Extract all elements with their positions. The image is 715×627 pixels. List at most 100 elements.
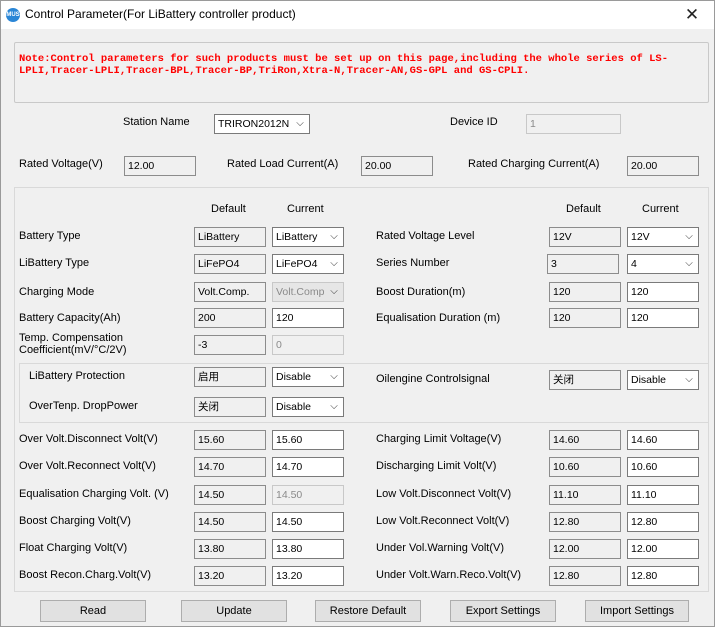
boost-duration-default[interactable]: 120 <box>549 282 621 302</box>
under-vol-warning-label: Under Vol.Warning Volt(V) <box>376 542 504 554</box>
rated-load-current-field[interactable]: 20.00 <box>361 156 433 176</box>
low-volt-reconnect-default[interactable]: 12.80 <box>549 512 621 532</box>
title-bar: MUS Control Parameter(For LiBattery cont… <box>1 1 714 29</box>
station-name-select[interactable]: TRIRON2012N ⌵ <box>214 114 310 134</box>
chevron-down-icon: ⌵ <box>328 368 340 386</box>
low-volt-reconnect-label: Low Volt.Reconnect Volt(V) <box>376 515 510 527</box>
rated-voltage-field[interactable]: 12.00 <box>124 156 196 176</box>
low-volt-disconnect-default[interactable]: 11.10 <box>549 485 621 505</box>
float-charging-volt-field[interactable]: 13.80 <box>272 539 344 559</box>
rated-voltage-level-default[interactable]: 12V <box>549 227 621 247</box>
charging-mode-select[interactable]: Volt.Comp ⌵ <box>272 282 344 302</box>
rated-charging-current-label: Rated Charging Current(A) <box>468 158 600 170</box>
under-vol-warning-field[interactable]: 12.00 <box>627 539 699 559</box>
libattery-protection-label: LiBattery Protection <box>29 370 125 382</box>
charging-mode-default[interactable]: Volt.Comp. <box>194 282 266 302</box>
libattery-type-default[interactable]: LiFePO4 <box>194 254 266 274</box>
battery-type-default[interactable]: LiBattery <box>194 227 266 247</box>
float-charging-volt-default[interactable]: 13.80 <box>194 539 266 559</box>
over-volt-reconnect-field[interactable]: 14.70 <box>272 457 344 477</box>
charging-limit-voltage-default[interactable]: 14.60 <box>549 430 621 450</box>
low-volt-disconnect-field[interactable]: 11.10 <box>627 485 699 505</box>
control-parameter-window: MUS Control Parameter(For LiBattery cont… <box>0 0 715 627</box>
note-group: Note:Control parameters for such product… <box>14 42 709 103</box>
equalisation-charging-volt-default[interactable]: 14.50 <box>194 485 266 505</box>
rated-charging-current-field[interactable]: 20.00 <box>627 156 699 176</box>
libattery-protection-default[interactable]: 启用 <box>194 367 266 387</box>
oilengine-current: Disable <box>631 374 667 386</box>
under-volt-warn-reco-label: Under Volt.Warn.Reco.Volt(V) <box>376 569 522 581</box>
overtemp-droppower-label: OverTenp. DropPower <box>29 400 138 412</box>
charging-limit-voltage-label: Charging Limit Voltage(V) <box>376 433 502 445</box>
discharging-limit-volt-field[interactable]: 10.60 <box>627 457 699 477</box>
chevron-down-icon: ⌵ <box>328 228 340 246</box>
rated-voltage-level-select[interactable]: 12V ⌵ <box>627 227 699 247</box>
equalisation-charging-volt-field[interactable]: 14.50 <box>272 485 344 505</box>
boost-charging-volt-label: Boost Charging Volt(V) <box>19 515 131 527</box>
window-title: Control Parameter(For LiBattery controll… <box>25 7 296 21</box>
update-button[interactable]: Update <box>181 600 287 622</box>
chevron-down-icon: ⌵ <box>294 115 306 133</box>
overtemp-droppower-select[interactable]: Disable ⌵ <box>272 397 344 417</box>
battery-type-select[interactable]: LiBattery ⌵ <box>272 227 344 247</box>
boost-duration-field[interactable]: 120 <box>627 282 699 302</box>
close-button[interactable]: ✕ <box>670 1 714 29</box>
equalisation-duration-default[interactable]: 120 <box>549 308 621 328</box>
rated-voltage-level-current: 12V <box>631 231 650 243</box>
read-button[interactable]: Read <box>40 600 146 622</box>
series-number-current: 4 <box>631 258 637 270</box>
over-volt-reconnect-label: Over Volt.Reconnect Volt(V) <box>19 460 156 472</box>
over-volt-disconnect-default[interactable]: 15.60 <box>194 430 266 450</box>
libattery-type-select[interactable]: LiFePO4 ⌵ <box>272 254 344 274</box>
export-settings-button[interactable]: Export Settings <box>450 600 556 622</box>
chevron-down-icon: ⌵ <box>683 371 695 389</box>
chevron-down-icon: ⌵ <box>683 255 695 273</box>
discharging-limit-volt-default[interactable]: 10.60 <box>549 457 621 477</box>
libattery-protection-select[interactable]: Disable ⌵ <box>272 367 344 387</box>
overtemp-droppower-default[interactable]: 关闭 <box>194 397 266 417</box>
libattery-protection-current: Disable <box>276 371 312 383</box>
device-id-field[interactable]: 1 <box>526 114 621 134</box>
left-current-header: Current <box>287 203 324 215</box>
charging-mode-current: Volt.Comp <box>276 286 325 298</box>
series-number-label: Series Number <box>376 257 450 269</box>
boost-recon-charg-volt-label: Boost Recon.Charg.Volt(V) <box>19 569 152 581</box>
series-number-default[interactable]: 3 <box>547 254 619 274</box>
temp-compensation-label-line2: Coefficient(mV/°C/2V) <box>19 344 127 356</box>
battery-type-label: Battery Type <box>19 230 81 242</box>
over-volt-reconnect-default[interactable]: 14.70 <box>194 457 266 477</box>
oilengine-default[interactable]: 关闭 <box>549 370 621 390</box>
oilengine-select[interactable]: Disable ⌵ <box>627 370 699 390</box>
low-volt-reconnect-field[interactable]: 12.80 <box>627 512 699 532</box>
boost-recon-charg-volt-default[interactable]: 13.20 <box>194 566 266 586</box>
low-volt-disconnect-label: Low Volt.Disconnect Volt(V) <box>376 488 512 500</box>
charging-limit-voltage-field[interactable]: 14.60 <box>627 430 699 450</box>
under-volt-warn-reco-field[interactable]: 12.80 <box>627 566 699 586</box>
series-number-select[interactable]: 4 ⌵ <box>627 254 699 274</box>
under-vol-warning-default[interactable]: 12.00 <box>549 539 621 559</box>
temp-compensation-field[interactable]: 0 <box>272 335 344 355</box>
rated-voltage-label: Rated Voltage(V) <box>19 158 103 170</box>
under-volt-warn-reco-default[interactable]: 12.80 <box>549 566 621 586</box>
note-text: Note:Control parameters for such product… <box>19 53 669 77</box>
rated-voltage-level-label: Rated Voltage Level <box>376 230 475 242</box>
temp-compensation-default[interactable]: -3 <box>194 335 266 355</box>
import-settings-button[interactable]: Import Settings <box>585 600 689 622</box>
battery-capacity-default[interactable]: 200 <box>194 308 266 328</box>
app-icon: MUS <box>6 8 20 22</box>
right-default-header: Default <box>566 203 601 215</box>
boost-charging-volt-default[interactable]: 14.50 <box>194 512 266 532</box>
equalisation-duration-field[interactable]: 120 <box>627 308 699 328</box>
left-default-header: Default <box>211 203 246 215</box>
battery-capacity-field[interactable]: 120 <box>272 308 344 328</box>
over-volt-disconnect-field[interactable]: 15.60 <box>272 430 344 450</box>
discharging-limit-volt-label: Discharging Limit Volt(V) <box>376 460 497 472</box>
float-charging-volt-label: Float Charging Volt(V) <box>19 542 128 554</box>
battery-type-current: LiBattery <box>276 231 318 243</box>
battery-capacity-label: Battery Capacity(Ah) <box>19 312 121 324</box>
boost-charging-volt-field[interactable]: 14.50 <box>272 512 344 532</box>
restore-default-button[interactable]: Restore Default <box>315 600 421 622</box>
chevron-down-icon: ⌵ <box>328 255 340 273</box>
over-volt-disconnect-label: Over Volt.Disconnect Volt(V) <box>19 433 158 445</box>
boost-recon-charg-volt-field[interactable]: 13.20 <box>272 566 344 586</box>
